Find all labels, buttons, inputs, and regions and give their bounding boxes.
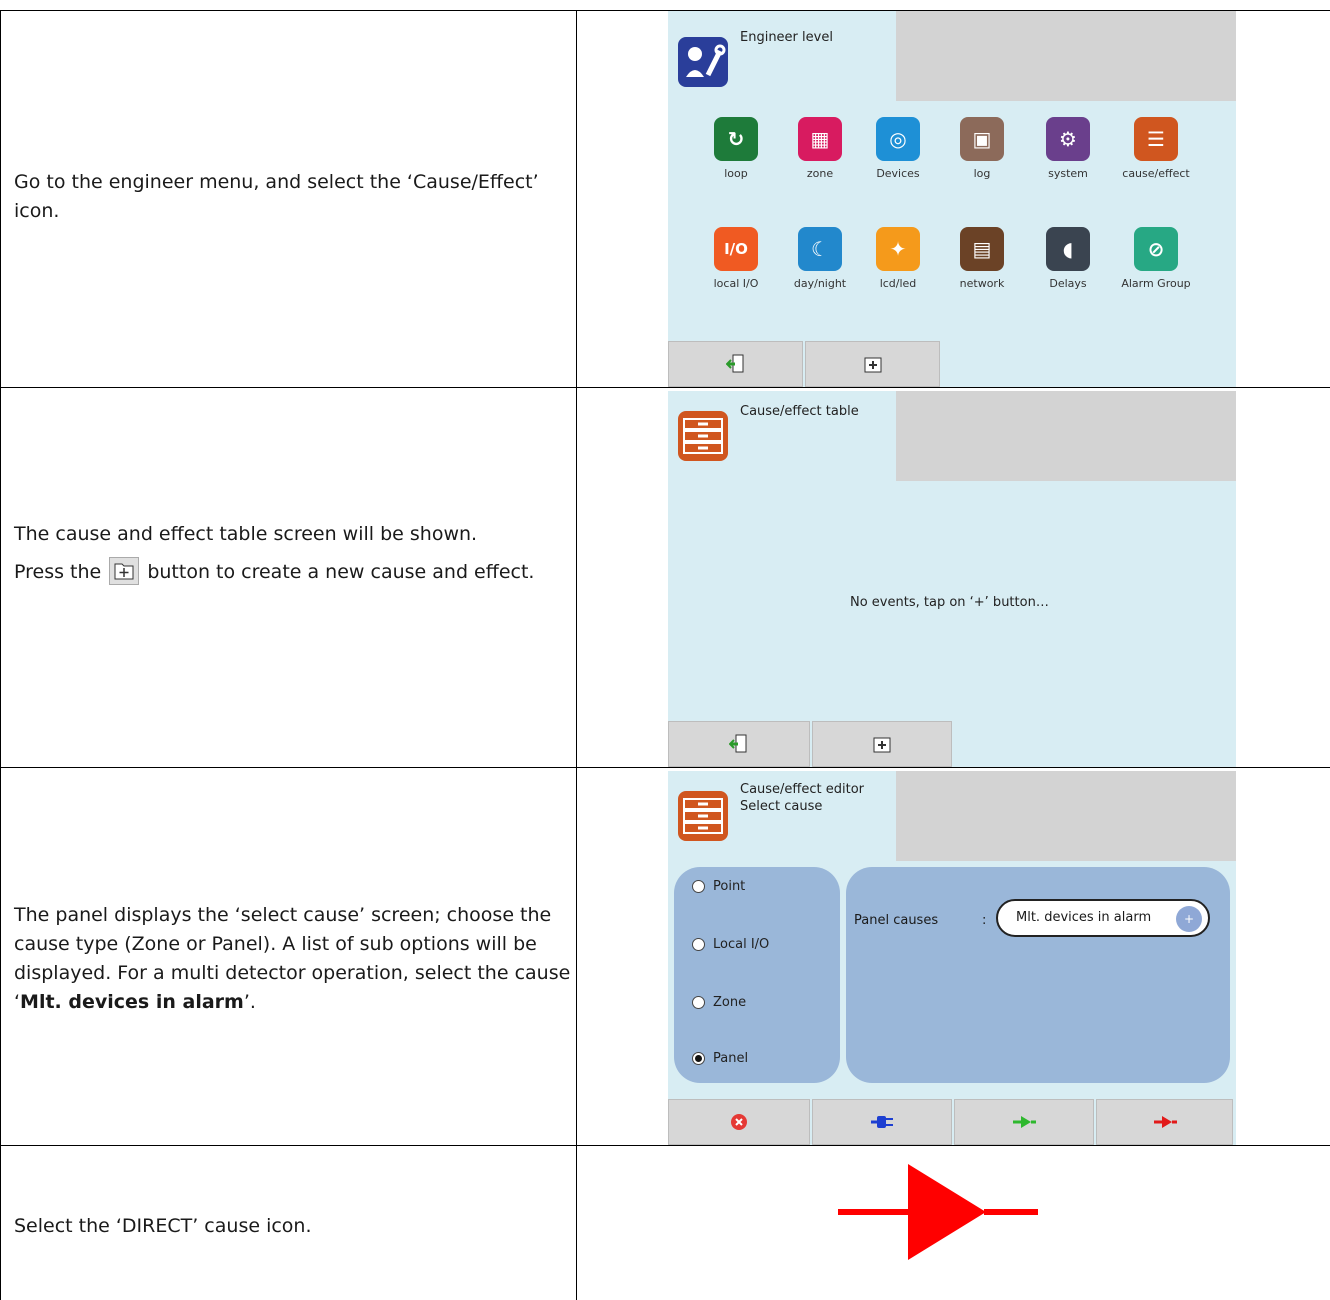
header-gray-box	[896, 11, 1236, 101]
row1-description: Go to the engineer menu, and select the …	[14, 168, 574, 234]
engineer-menu-item[interactable]: ▦ zone	[782, 117, 858, 180]
row3-text: The panel displays the ‘select cause’ sc…	[14, 904, 571, 1013]
exit-icon	[725, 354, 743, 373]
row2-text-line2: Press the button to create a new cause a…	[14, 557, 574, 587]
radio-indicator-selected	[692, 1052, 705, 1065]
engineer-menu-item-label: log	[973, 167, 991, 180]
row-divider-3	[0, 1145, 1330, 1146]
engineer-tools-icon	[678, 37, 728, 87]
alarm-group-icon: ⊘	[1134, 227, 1178, 271]
header-gray-box	[896, 391, 1236, 481]
delays-icon: ◖	[1046, 227, 1090, 271]
plug-green-icon	[1013, 1116, 1036, 1128]
row4-text: Select the ‘DIRECT’ cause icon.	[14, 1215, 312, 1237]
engineer-menu-item-label: system	[1048, 167, 1088, 180]
row-divider-1	[0, 387, 1330, 388]
log-icon: ▣	[960, 117, 1004, 161]
engineer-menu-item[interactable]: ⚙ system	[1030, 117, 1106, 180]
panel-causes-value: Mlt. devices in alarm	[1016, 910, 1152, 925]
radio-point[interactable]: Point	[692, 879, 745, 894]
engineer-menu-item[interactable]: ☰ cause/effect	[1118, 117, 1194, 180]
engineer-level-screen: Engineer level ↻ loop ▦ zone ◎ Devices ▣ log ⚙ sy…	[668, 11, 1236, 387]
loop-icon: ↻	[714, 117, 758, 161]
direct-arrow-red-icon	[1153, 1116, 1177, 1128]
engineer-menu-item[interactable]: ⊘ Alarm Group	[1118, 227, 1194, 290]
day-night-icon: ☾	[798, 227, 842, 271]
engineer-menu-item-label: day/night	[793, 277, 847, 290]
radio-indicator	[692, 996, 705, 1009]
exit-icon	[729, 734, 747, 753]
radio-indicator	[692, 938, 705, 951]
cancel-icon	[731, 1114, 747, 1130]
engineer-menu-item-label: lcd/led	[879, 277, 917, 290]
cause-effect-icon	[678, 411, 728, 461]
plug-cause-button[interactable]	[812, 1099, 952, 1145]
exit-button[interactable]	[668, 721, 810, 767]
engineer-menu-item[interactable]: ▤ network	[944, 227, 1020, 290]
system-icon: ⚙	[1046, 117, 1090, 161]
engineer-menu-item-label: Alarm Group	[1121, 277, 1191, 290]
column-divider	[576, 10, 577, 1300]
network-icon: ▤	[960, 227, 1004, 271]
folder-add-icon	[864, 357, 881, 373]
engineer-menu-item[interactable]: ▣ log	[944, 117, 1020, 180]
radio-indicator	[692, 880, 705, 893]
cause-effect-icon	[678, 791, 728, 841]
table-left-border	[0, 10, 1, 1300]
row2-description: The cause and effect table screen will b…	[14, 520, 574, 595]
direct-cause-button[interactable]	[1096, 1099, 1233, 1145]
direct-cause-large-icon	[838, 1164, 1038, 1260]
cause-effect-icon: ☰	[1134, 117, 1178, 161]
dropdown-plus-icon: +	[1176, 906, 1202, 932]
engineer-menu-item-label: cause/effect	[1122, 167, 1190, 180]
radio-local-io[interactable]: Local I/O	[692, 937, 769, 952]
engineer-menu-item[interactable]: ↻ loop	[698, 117, 774, 180]
bottom-button-bar	[668, 341, 940, 387]
bottom-button-bar	[668, 721, 952, 767]
engineer-menu-item[interactable]: ☾ day/night	[782, 227, 858, 290]
engineer-menu-item[interactable]: I/O local I/O	[698, 227, 774, 290]
panel-causes-separator: :	[982, 913, 987, 928]
row1-text: Go to the engineer menu, and select the …	[14, 171, 539, 222]
row2-text-line1: The cause and effect table screen will b…	[14, 523, 478, 545]
screen-title: Engineer level	[740, 30, 833, 45]
cause-type-panel: Point Local I/O Zone Panel	[674, 867, 840, 1083]
folder-add-icon	[873, 737, 891, 753]
cancel-button[interactable]	[668, 1099, 810, 1145]
panel-causes-label: Panel causes	[854, 913, 939, 928]
engineer-menu-item-label: Devices	[876, 167, 920, 180]
row4-description: Select the ‘DIRECT’ cause icon.	[14, 1212, 574, 1249]
local-i-o-icon: I/O	[714, 227, 758, 271]
engineer-menu-item-label: network	[959, 277, 1005, 290]
engineer-menu-item-label: zone	[806, 167, 834, 180]
zone-icon: ▦	[798, 117, 842, 161]
engineer-menu-item-label: local I/O	[713, 277, 759, 290]
add-button[interactable]	[805, 341, 940, 387]
screen-title: Cause/effect editor Select cause	[740, 782, 865, 814]
cause-effect-table-screen: Cause/effect table No events, tap on ‘+’…	[668, 391, 1236, 767]
panel-causes-panel: Panel causes : Mlt. devices in alarm +	[846, 867, 1230, 1083]
inline-add-button-icon	[109, 557, 140, 585]
radio-panel[interactable]: Panel	[692, 1051, 748, 1066]
select-cause-screen: Cause/effect editor Select cause Point L…	[668, 771, 1236, 1145]
empty-message: No events, tap on ‘+’ button…	[850, 595, 1049, 610]
lcd-led-icon: ✦	[876, 227, 920, 271]
exit-button[interactable]	[668, 341, 803, 387]
panel-causes-dropdown[interactable]: Mlt. devices in alarm +	[996, 899, 1210, 937]
plug-effect-button[interactable]	[954, 1099, 1094, 1145]
bottom-button-bar	[668, 1099, 1233, 1145]
add-button[interactable]	[812, 721, 952, 767]
plug-blue-icon	[871, 1116, 893, 1128]
radio-zone[interactable]: Zone	[692, 995, 746, 1010]
engineer-menu-item-label: Delays	[1049, 277, 1087, 290]
row3-description: The panel displays the ‘select cause’ sc…	[14, 901, 574, 1025]
engineer-menu-item[interactable]: ✦ lcd/led	[860, 227, 936, 290]
header-gray-box	[896, 771, 1236, 861]
engineer-menu-item[interactable]: ◎ Devices	[860, 117, 936, 180]
row-divider-2	[0, 767, 1330, 768]
engineer-menu-item-label: loop	[724, 167, 748, 180]
engineer-menu-item[interactable]: ◖ Delays	[1030, 227, 1106, 290]
devices-icon: ◎	[876, 117, 920, 161]
screen-title: Cause/effect table	[740, 404, 859, 419]
